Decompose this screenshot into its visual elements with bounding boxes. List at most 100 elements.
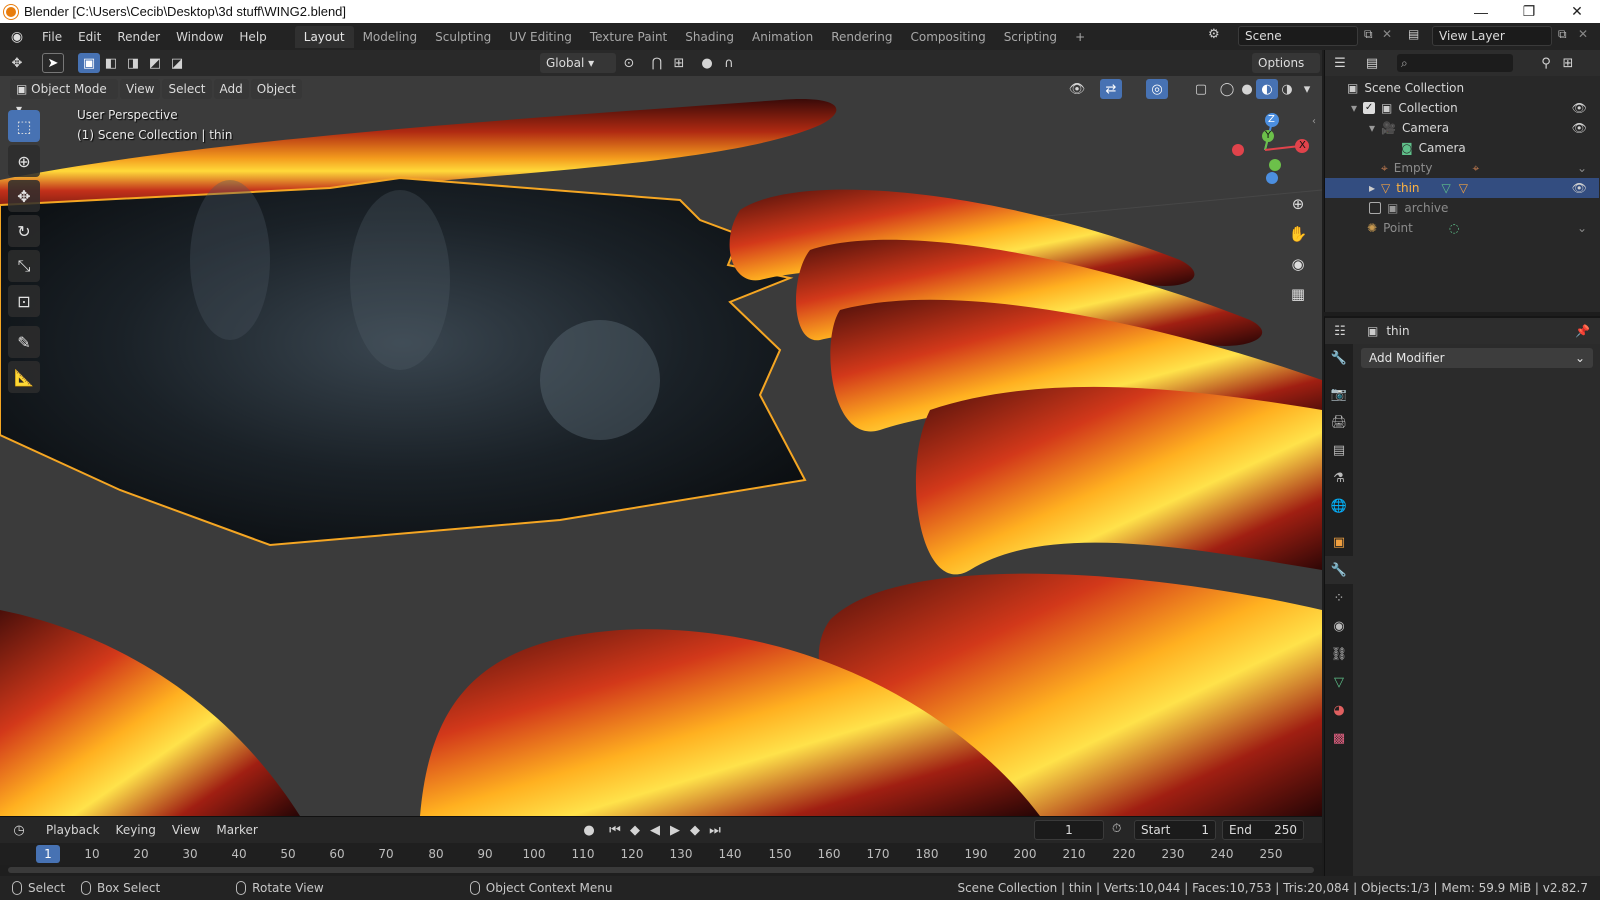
jump-end-icon[interactable]: ⏭ <box>704 820 726 840</box>
expand-arrow-icon[interactable]: ▸ <box>1369 181 1375 195</box>
annotate-tool[interactable]: ✎ <box>8 326 40 358</box>
move-tool[interactable]: ✥ <box>8 180 40 212</box>
tree-row-camera[interactable]: ▾ 🎥 Camera 👁 <box>1325 118 1599 138</box>
render-tab-icon[interactable]: 📷 <box>1325 380 1353 408</box>
select-tool-icon[interactable]: ➤ <box>42 53 64 73</box>
falloff-icon[interactable]: ∩ <box>718 53 740 73</box>
visibility-icon[interactable]: 👁 <box>1066 79 1088 99</box>
menu-edit[interactable]: Edit <box>70 27 109 47</box>
transform-tool[interactable]: ⊡ <box>8 285 40 317</box>
tab-uv-editing[interactable]: UV Editing <box>500 26 581 48</box>
timeline-menu-playback[interactable]: Playback <box>38 820 108 840</box>
next-keyframe-icon[interactable]: ◆ <box>684 820 706 840</box>
menu-render[interactable]: Render <box>109 27 168 47</box>
current-frame-field[interactable]: 1 <box>1034 820 1104 840</box>
solid-shading-icon[interactable]: ● <box>1236 79 1258 99</box>
properties-editor-type-icon[interactable]: ☷ <box>1329 321 1351 341</box>
texture-tab-icon[interactable]: ▩ <box>1325 724 1353 752</box>
measure-tool[interactable]: 📐 <box>8 361 40 393</box>
options-dropdown[interactable]: Options ▾ <box>1252 53 1320 90</box>
maximize-button[interactable]: ❐ <box>1506 0 1552 23</box>
clock-icon[interactable]: ⏱ <box>1112 821 1121 836</box>
navigation-gizmo[interactable] <box>1220 110 1310 190</box>
3d-viewport[interactable]: ✥ ➤ ▣ ◧ ◨ ◩ ◪ Global ▾ ⊙ ⋂ ⊞ ● ∩ Options… <box>0 50 1322 816</box>
end-frame-field[interactable]: End 250 <box>1222 820 1304 840</box>
minimize-button[interactable]: — <box>1458 0 1504 23</box>
delete-view-layer-icon[interactable]: ✕ <box>1578 27 1588 41</box>
tree-row-thin[interactable]: ▸ ▽ thin ▽ ▽ 👁 <box>1325 178 1599 198</box>
particles-tab-icon[interactable]: ⁘ <box>1325 584 1353 612</box>
ortho-grid-icon[interactable]: ▦ <box>1284 280 1312 308</box>
tree-row-point[interactable]: ✺ Point ◌ ⌄ <box>1325 218 1599 238</box>
prev-keyframe-icon[interactable]: ◆ <box>624 820 646 840</box>
viewport-menu-view[interactable]: View <box>120 79 161 99</box>
object-tab-icon[interactable]: ▣ <box>1325 528 1353 556</box>
tree-row-collection[interactable]: ▾ ✓ ▣ Collection 👁 <box>1325 98 1599 118</box>
sidebar-toggle-icon[interactable]: ‹ <box>1312 116 1316 127</box>
scene-selector[interactable]: Scene <box>1238 26 1358 46</box>
viewport-menu-select[interactable]: Select <box>162 79 212 99</box>
data-tab-icon[interactable]: ▽ <box>1325 668 1353 696</box>
material-tab-icon[interactable]: ◕ <box>1325 696 1353 724</box>
filter-icon[interactable]: ⚲ <box>1535 53 1557 73</box>
outliner-editor-type-icon[interactable]: ☰ <box>1329 53 1351 73</box>
tab-layout[interactable]: Layout <box>294 25 354 48</box>
blender-menu-icon[interactable]: ◉ <box>0 29 34 45</box>
tree-row-archive[interactable]: ▣ archive <box>1325 198 1599 218</box>
constraints-tab-icon[interactable]: ⛓ <box>1325 640 1353 668</box>
eye-icon[interactable]: 👁 <box>1572 101 1587 115</box>
chevron-down-icon[interactable]: ⌄ <box>1577 161 1587 175</box>
play-icon[interactable]: ▶ <box>664 820 686 840</box>
viewport-menu-object[interactable]: Object <box>250 79 302 99</box>
view-layer-selector[interactable]: View Layer <box>1432 26 1552 46</box>
shading-options-icon[interactable]: ▾ <box>1296 79 1318 99</box>
world-tab-icon[interactable]: 🌐 <box>1325 492 1353 520</box>
expand-arrow-icon[interactable]: ▾ <box>1369 121 1375 135</box>
pivot-icon[interactable]: ⊙ <box>618 53 640 73</box>
checkbox-icon[interactable] <box>1369 202 1381 214</box>
timeline-scrollbar[interactable] <box>8 867 1314 873</box>
record-icon[interactable]: ● <box>578 820 600 840</box>
xray-icon[interactable]: ▢ <box>1190 79 1212 99</box>
scale-tool[interactable]: ⤡ <box>8 250 40 282</box>
rotate-tool[interactable]: ↻ <box>8 215 40 247</box>
mode-dropdown[interactable]: ▣ Object Mode ▾ <box>10 79 118 116</box>
play-reverse-icon[interactable]: ◀ <box>644 820 666 840</box>
tab-shading[interactable]: Shading <box>676 26 743 48</box>
tree-row-empty[interactable]: ⌖ Empty ⌖ ⌄ <box>1325 158 1599 178</box>
pan-hand-icon[interactable]: ✋ <box>1284 220 1312 248</box>
select-mode-intersect-icon[interactable]: ◪ <box>166 53 188 73</box>
chevron-down-icon[interactable]: ⌄ <box>1577 221 1587 235</box>
jump-start-icon[interactable]: ⏮ <box>604 820 626 840</box>
menu-help[interactable]: Help <box>231 27 274 47</box>
expand-arrow-icon[interactable]: ▾ <box>1351 101 1357 115</box>
snap-icon[interactable]: ⋂ <box>646 53 668 73</box>
timeline-editor-type-icon[interactable]: ◷ <box>8 820 30 840</box>
new-view-layer-icon[interactable]: ⧉ <box>1558 27 1567 42</box>
tab-animation[interactable]: Animation <box>743 26 822 48</box>
tool-tab-icon[interactable]: 🔧 <box>1325 344 1353 372</box>
select-box-tool[interactable]: ⬚ <box>8 110 40 142</box>
gizmo-toggle-icon[interactable]: ⇄ <box>1100 79 1122 99</box>
editor-type-icon[interactable]: ✥ <box>6 53 28 73</box>
checkbox-icon[interactable]: ✓ <box>1363 102 1376 114</box>
eye-icon[interactable]: 👁 <box>1572 121 1587 135</box>
physics-tab-icon[interactable]: ◉ <box>1325 612 1353 640</box>
start-frame-field[interactable]: Start 1 <box>1134 820 1216 840</box>
output-tab-icon[interactable]: 🖨 <box>1325 408 1353 436</box>
select-mode-invert-icon[interactable]: ◩ <box>144 53 166 73</box>
camera-view-icon[interactable]: ◉ <box>1284 250 1312 278</box>
modifier-tab-icon[interactable]: 🔧 <box>1325 556 1353 584</box>
tab-sculpting[interactable]: Sculpting <box>426 26 500 48</box>
viewport-menu-add[interactable]: Add <box>213 79 249 99</box>
orientation-dropdown[interactable]: Global ▾ <box>540 53 616 73</box>
scene-icon[interactable]: ⚙ <box>1208 27 1220 42</box>
menu-window[interactable]: Window <box>168 27 231 47</box>
new-scene-icon[interactable]: ⧉ <box>1364 27 1373 42</box>
timeline-menu-marker[interactable]: Marker <box>208 820 265 840</box>
overlay-toggle-icon[interactable]: ◎ <box>1146 79 1168 99</box>
material-shading-icon[interactable]: ◐ <box>1256 79 1278 99</box>
add-modifier-dropdown[interactable]: Add Modifier ⌄ <box>1361 348 1593 368</box>
outliner-search-input[interactable]: ⌕ <box>1397 54 1513 72</box>
view-layer-icon[interactable]: ▤ <box>1408 27 1419 41</box>
